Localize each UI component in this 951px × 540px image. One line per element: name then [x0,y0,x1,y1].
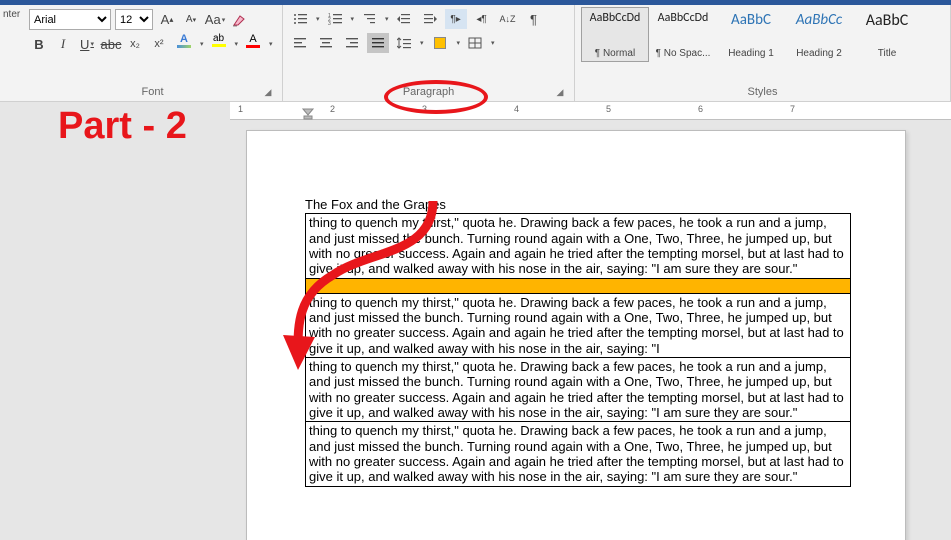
grow-font-button[interactable]: A▴ [157,10,177,30]
align-right-button[interactable] [341,33,363,53]
line-spacing-button[interactable] [393,33,415,53]
shrink-font-button[interactable]: A▾ [181,10,201,30]
align-justify-button[interactable] [367,33,389,53]
numbering-dropdown[interactable]: ▾ [351,15,355,23]
clear-formatting-button[interactable] [229,10,249,30]
svg-text:3: 3 [328,21,331,25]
borders-dropdown[interactable]: ▾ [491,39,495,47]
shading-dropdown[interactable]: ▾ [457,39,461,47]
font-name-select[interactable]: Arial [29,9,111,30]
align-center-button[interactable] [315,33,337,53]
font-color-button[interactable]: A [242,34,264,54]
document-page[interactable]: The Fox and the Grapes thing to quench m… [246,130,906,540]
style-no-spacing[interactable]: AaBbCcDd¶ No Spac... [649,7,717,62]
font-size-select[interactable]: 12 [115,9,153,30]
align-left-button[interactable] [289,33,311,53]
font-color-dropdown[interactable]: ▾ [269,40,273,48]
format-painter-label: nter [3,9,21,20]
multilevel-dropdown[interactable]: ▾ [385,15,389,23]
paragraph-cell-4[interactable]: thing to quench my thirst," quota he. Dr… [305,421,851,486]
text-effects-dropdown[interactable]: ▾ [200,40,204,48]
paragraph-cell-1[interactable]: thing to quench my thirst," quota he. Dr… [305,213,851,277]
document-title: The Fox and the Grapes [305,197,851,212]
multilevel-list-button[interactable] [358,9,380,29]
sort-button[interactable]: A↓Z [497,9,519,29]
ltr-direction-button[interactable]: ¶▸ [445,9,467,29]
paragraph-group: ▾ 123▾ ▾ ¶▸ ◂¶ A↓Z ¶ ▾ ▾ ▾ Paragraph [283,5,575,101]
decrease-indent-button[interactable] [393,9,415,29]
show-marks-button[interactable]: ¶ [523,9,545,29]
bullets-button[interactable] [289,9,311,29]
font-group-label: Font ◢ [29,84,276,101]
paragraph-cell-2[interactable]: thing to quench my thirst," quota he. Dr… [305,293,851,357]
borders-button[interactable] [464,33,486,53]
paragraph-dialog-launcher[interactable]: ◢ [554,87,566,99]
style-heading2[interactable]: AaBbCcHeading 2 [785,7,853,62]
rtl-direction-button[interactable]: ◂¶ [471,9,493,29]
strikethrough-button[interactable]: abc [101,34,121,54]
highlight-dropdown[interactable]: ▾ [235,40,239,48]
horizontal-ruler[interactable]: 1 2 3 4 5 6 7 [230,102,951,120]
font-dialog-launcher[interactable]: ◢ [262,87,274,99]
ribbon: nter Arial 12 A▴ A▾ Aa▾ B I U▾ abc x₂ x²… [0,5,951,102]
document-canvas: Part - 2 1 2 3 4 5 6 7 The Fox and the G… [0,102,951,540]
bold-button[interactable]: B [29,34,49,54]
annotation-part-label: Part - 2 [58,105,187,148]
indent-marker-icon[interactable] [302,108,314,120]
highlighted-empty-cell[interactable] [305,278,851,293]
style-heading1[interactable]: AaBbCHeading 1 [717,7,785,62]
text-effects-button[interactable]: A [173,34,195,54]
underline-button[interactable]: U▾ [77,34,97,54]
font-group: Arial 12 A▴ A▾ Aa▾ B I U▾ abc x₂ x² A ▾ … [23,5,283,101]
superscript-button[interactable]: x² [149,34,169,54]
bullets-dropdown[interactable]: ▾ [316,15,320,23]
italic-button[interactable]: I [53,34,73,54]
format-painter-fragment: nter [0,5,23,101]
numbering-button[interactable]: 123 [324,9,346,29]
style-title[interactable]: AaBbCTitle [853,7,921,62]
line-spacing-dropdown[interactable]: ▾ [420,39,424,47]
subscript-button[interactable]: x₂ [125,34,145,54]
change-case-button[interactable]: Aa▾ [205,10,225,30]
styles-group-label: Styles [581,84,944,101]
paragraph-group-label: Paragraph ◢ [289,84,568,101]
shading-button[interactable] [428,33,452,53]
style-normal[interactable]: AaBbCcDd¶ Normal [581,7,649,62]
shading-swatch-icon [434,37,446,49]
highlight-button[interactable]: ab [208,34,230,54]
styles-group: AaBbCcDd¶ Normal AaBbCcDd¶ No Spac... Aa… [575,5,951,101]
paragraph-cell-3[interactable]: thing to quench my thirst," quota he. Dr… [305,357,851,421]
increase-indent-button[interactable] [419,9,441,29]
